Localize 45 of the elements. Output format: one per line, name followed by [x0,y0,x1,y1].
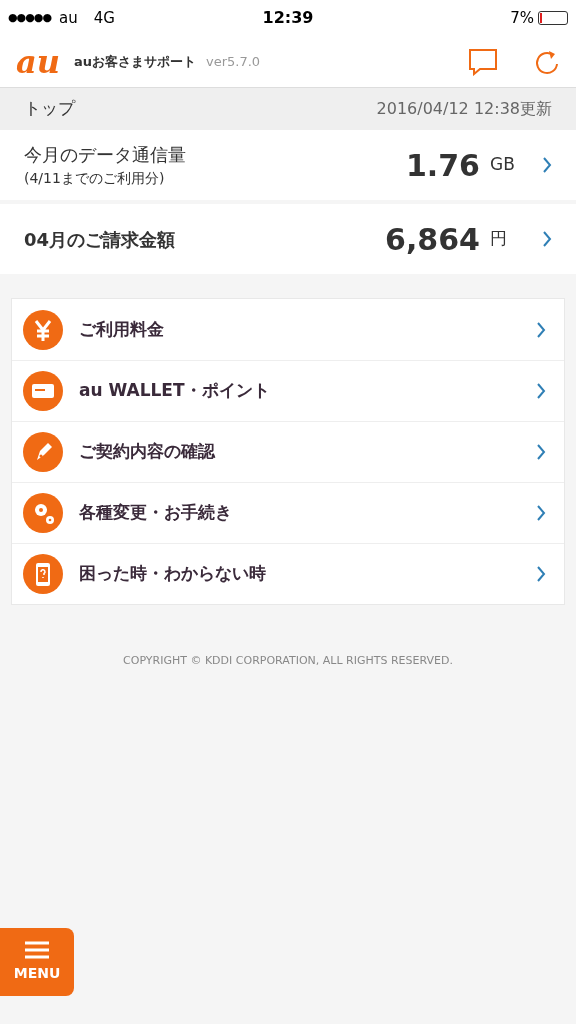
clock-time: 12:39 [262,7,314,29]
chevron-icon [542,156,552,174]
menu-icon [25,940,49,959]
summary-row[interactable]: 04月のご請求金額 6,864 円 [0,204,576,274]
summary-note: (4/11までのご利用分) [24,169,166,188]
battery-icon [538,11,568,25]
version-label: ver5.7.0 [206,52,261,71]
menu-label: 各種変更・お手続き [79,501,233,525]
network-type: 4G [93,7,115,29]
menu-item[interactable]: ご利用料金 [12,299,564,360]
battery-percent: 7% [510,7,534,29]
app-title: auお客さまサポート [74,52,197,71]
menu-label: au WALLET・ポイント [79,379,271,403]
menu-item[interactable]: 各種変更・お手続き [12,482,564,543]
summary-row[interactable]: 今月のデータ通信量 (4/11までのご利用分) 1.76 GB [0,130,576,200]
chevron-icon [536,443,546,461]
summary-value: 1.76 [405,146,480,185]
yen-icon [23,309,63,350]
chevron-icon [536,320,546,339]
summary-value: 6,864 [385,220,480,259]
pen-icon [23,432,63,472]
card-icon [23,371,63,411]
menu-label: 困った時・わからない時 [79,562,267,586]
menu-item[interactable]: ご契約内容の確認 [12,421,564,482]
signal-strength: ●●●●● [8,9,51,26]
summary-label: 04月のご請求金額 [24,227,177,252]
summary-unit: 円 [490,227,508,251]
copyright-text: COPYRIGHT © KDDI CORPORATION, ALL RIGHTS RESERVED. [123,653,453,669]
carrier-name: au [59,7,78,29]
au-logo: au [16,45,60,78]
menu-label: ご利用料金 [79,317,165,341]
menu-label: ご契約内容の確認 [79,440,217,464]
chevron-icon [536,504,546,522]
menu-item[interactable]: 困った時・わからない時 [12,543,564,604]
chat-icon[interactable] [468,47,498,76]
chevron-icon [542,230,552,248]
page-title: トップ [24,97,75,121]
updated-time: 2016/04/12 12:38更新 [376,98,552,120]
menu-item[interactable]: au WALLET・ポイント [12,360,564,421]
chevron-icon [536,565,546,583]
chevron-icon [536,382,546,400]
phone-icon [23,554,63,594]
gears-icon [23,493,63,533]
summary-label: 今月のデータ通信量 [24,143,187,167]
summary-unit: GB [490,153,516,177]
